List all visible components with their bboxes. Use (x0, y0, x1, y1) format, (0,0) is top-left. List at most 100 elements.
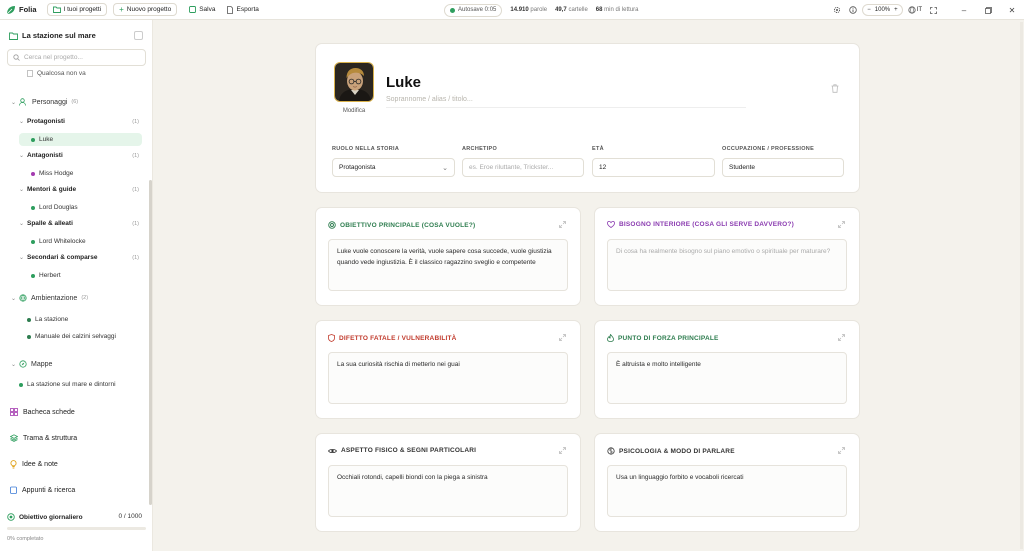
users-icon (19, 98, 28, 106)
eye-icon (328, 448, 337, 454)
export-label: Esporta (236, 6, 259, 13)
trait-card-title-text: ASPETTO FISICO & SEGNI PARTICOLARI (341, 447, 477, 454)
globe-icon[interactable] (907, 5, 917, 15)
expand-icon[interactable] (838, 447, 845, 454)
project-header[interactable]: La stazione sul mare (9, 31, 96, 40)
trait-card-1: BISOGNO INTERIORE (COSA GLI SERVE DAVVER… (594, 207, 860, 306)
role-value: Protagonista (339, 164, 376, 171)
tree-group-2[interactable]: ⌄ Mentori & guide (1) (19, 186, 148, 193)
close-button[interactable]: ✕ (1000, 6, 1024, 15)
sidebar-scrollbar[interactable] (149, 180, 152, 505)
group-label: Protagonisti (27, 118, 65, 125)
tree-group-setting[interactable]: ⌄ Ambientazione (2) (11, 294, 148, 302)
tree-item-map-0[interactable]: La stazione sul mare e dintorni (19, 381, 116, 388)
info-icon[interactable] (848, 5, 858, 15)
lightbulb-icon (10, 460, 17, 469)
goal-label: Obiettivo giornaliero (19, 513, 83, 521)
trait-card-title: OBIETTIVO PRINCIPALE (COSA VUOLE?) (328, 221, 475, 229)
character-item[interactable]: Lord Whitelocke (19, 235, 129, 248)
group-label: Spalle & alleati (27, 220, 73, 227)
zoom-in-button[interactable]: + (894, 7, 898, 13)
gear-icon[interactable] (832, 5, 842, 15)
character-item[interactable]: Miss Hodge (19, 167, 129, 180)
tree-group-characters[interactable]: ⌄ Personaggi (6) (11, 98, 148, 106)
trait-card-textarea[interactable]: Luke vuole conoscere la verità, vuole sa… (328, 239, 568, 291)
autosave-indicator: Autosave 0:05 (444, 3, 503, 17)
search-icon (13, 54, 20, 61)
nav-label: Trama & struttura (23, 434, 78, 442)
minimize-button[interactable]: – (952, 6, 976, 15)
restore-button[interactable] (976, 6, 1000, 14)
trait-card-textarea[interactable]: È altruista e molto intelligente (607, 352, 847, 404)
tree-group-0[interactable]: ⌄ Protagonisti (1) (19, 118, 148, 125)
nav-plot-structure[interactable]: Trama & struttura (10, 434, 77, 442)
new-project-button[interactable]: + Nuovo progetto (113, 3, 178, 16)
tree-group-4[interactable]: ⌄ Secondari & comparse (1) (19, 254, 148, 261)
tree-item-setting-0[interactable]: La stazione (27, 316, 68, 323)
autosave-dot-icon (450, 7, 455, 13)
tree-item-setting-1[interactable]: Manuale dei calzini selvaggi (27, 333, 116, 340)
trait-card-textarea[interactable]: Occhiali rotondi, capelli biondi con la … (328, 465, 568, 517)
save-button[interactable]: Salva (189, 6, 215, 13)
character-item[interactable]: Luke (19, 133, 142, 146)
main-scrollbar[interactable] (1020, 22, 1023, 549)
trash-icon[interactable] (831, 84, 839, 93)
tree-item-top[interactable]: Qualcosa non va (27, 70, 86, 77)
new-project-label: Nuovo progetto (126, 6, 172, 13)
chevron-down-icon: ⌄ (11, 99, 17, 106)
sidebar-collapse-icon[interactable] (134, 31, 143, 40)
language-label[interactable]: IT (917, 7, 922, 13)
nav-notes-research[interactable]: Appunti & ricerca (10, 486, 75, 494)
occupation-input[interactable]: Studente (722, 158, 844, 177)
tree-group-3[interactable]: ⌄ Spalle & alleati (1) (19, 220, 148, 227)
occupation-label: OCCUPAZIONE / PROFESSIONE (722, 146, 815, 152)
expand-icon[interactable] (559, 447, 566, 454)
characters-label: Personaggi (32, 98, 68, 106)
expand-icon[interactable] (559, 221, 566, 228)
tree-group-1[interactable]: ⌄ Antagonisti (1) (19, 152, 148, 159)
nickname-input[interactable]: Soprannome / alias / titolo... (386, 96, 746, 108)
trait-card-title: PUNTO DI FORZA PRINCIPALE (607, 334, 719, 342)
age-label: ETÀ (592, 146, 604, 152)
archetype-input[interactable]: es. Eroe riluttante, Trickster... (462, 158, 584, 177)
trait-card-0: OBIETTIVO PRINCIPALE (COSA VUOLE?) Luke … (315, 207, 581, 306)
autosave-text: Autosave 0:05 (458, 7, 497, 13)
target-icon (7, 513, 15, 521)
zoom-out-button[interactable]: − (867, 7, 871, 13)
my-projects-button[interactable]: I tuoi progetti (46, 3, 108, 16)
project-title: La stazione sul mare (22, 31, 96, 40)
role-select[interactable]: Protagonista ⌄ (332, 158, 455, 177)
avatar-edit-link[interactable]: Modifica (334, 108, 374, 114)
age-input[interactable]: 12 (592, 158, 715, 177)
character-item[interactable]: Herbert (19, 269, 129, 282)
chevron-down-icon: ⌄ (19, 153, 25, 159)
heart-icon (607, 221, 615, 228)
bullet-icon (31, 273, 35, 278)
expand-icon[interactable] (838, 334, 845, 341)
character-avatar[interactable] (334, 62, 374, 102)
word-count: 14.910 parole (510, 7, 548, 13)
clipboard-icon (10, 486, 17, 494)
trait-card-textarea[interactable]: Di cosa ha realmente bisogno sul piano e… (607, 239, 847, 291)
tree-group-maps[interactable]: ⌄ Mappe (11, 360, 52, 368)
fullscreen-icon[interactable] (928, 5, 938, 15)
nav-ideas-notes[interactable]: Idee & note (10, 460, 58, 469)
chevron-down-icon: ⌄ (19, 187, 25, 193)
nav-cards-board[interactable]: Bacheca schede (10, 408, 75, 416)
group-label: Antagonisti (27, 152, 63, 159)
expand-icon[interactable] (838, 221, 845, 228)
leaf-icon (6, 5, 16, 15)
trait-card-title-text: BISOGNO INTERIORE (COSA GLI SERVE DAVVER… (619, 221, 794, 228)
goal-percent: 0% completato (7, 536, 44, 542)
top-bar: Folia I tuoi progetti + Nuovo progetto S… (0, 0, 1024, 20)
file-icon (227, 5, 234, 14)
character-item[interactable]: Lord Douglas (19, 201, 129, 214)
trait-card-textarea[interactable]: La sua curiosità rischia di metterlo nei… (328, 352, 568, 404)
sidebar-search-input[interactable]: Cerca nel progetto... (7, 49, 146, 66)
character-item-label: Lord Whitelocke (39, 238, 86, 245)
chevron-down-icon: ⌄ (19, 255, 25, 261)
export-button[interactable]: Esporta (227, 5, 259, 14)
character-name[interactable]: Luke (386, 74, 421, 91)
expand-icon[interactable] (559, 334, 566, 341)
trait-card-textarea[interactable]: Usa un linguaggio forbito e vocaboli ric… (607, 465, 847, 517)
